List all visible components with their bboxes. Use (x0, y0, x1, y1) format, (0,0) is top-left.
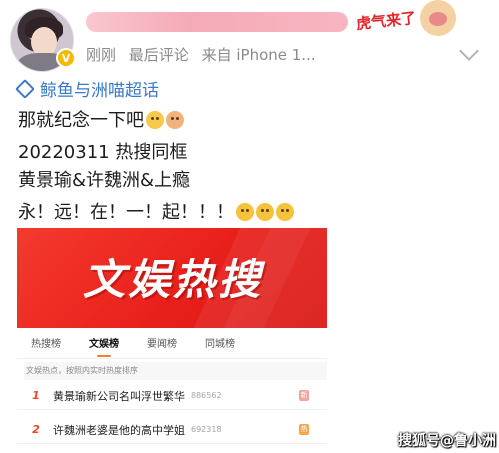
sticker-text: 虎气来了 (355, 8, 417, 34)
crying-emoji-icon (276, 203, 294, 221)
verified-icon: V (56, 48, 76, 68)
hot-search-title[interactable]: 黄景瑜新公司名叫浮世繁华 (53, 388, 185, 404)
hot-tag-icon: 热 (299, 424, 309, 435)
super-topic-link[interactable]: 鲸鱼与洲喵超话 (15, 76, 159, 101)
cat-emoji-icon (166, 111, 184, 129)
tab-local[interactable]: 同城榜 (191, 332, 249, 358)
post-line-text: 那就纪念一下吧 (18, 110, 144, 131)
tab-news[interactable]: 要闻榜 (133, 332, 191, 358)
username-redacted[interactable] (86, 12, 348, 32)
crying-emoji-icon (256, 203, 274, 221)
post-line: 20220311 热搜同框 (18, 138, 187, 164)
new-tag-icon: 新 (299, 390, 309, 401)
post-meta: 刚刚 最后评论 来自 iPhone 1... (86, 44, 324, 65)
hot-search-count: 692318 (191, 425, 222, 434)
chevron-down-icon[interactable] (459, 41, 479, 61)
tiger-sticker: 虎气来了 (355, 2, 418, 36)
diamond-icon (15, 78, 35, 99)
post-line-text: 永！远！在！一！起！！！ (18, 202, 234, 223)
hot-search-banner: 文娱热搜 (17, 228, 327, 328)
tab-entertainment[interactable]: 文娱榜 (75, 332, 133, 358)
post-line-text: 20220311 热搜同框 (18, 142, 188, 163)
rank-number: 1 (32, 389, 40, 402)
divider (17, 358, 327, 359)
post-source: 来自 iPhone 1... (201, 46, 316, 64)
paw-badge-icon (420, 0, 456, 36)
post-line: 永！远！在！一！起！！！ (18, 198, 294, 224)
dog-emoji-icon (146, 111, 164, 129)
post-line: 那就纪念一下吧 (18, 106, 184, 132)
watermark: 搜狐号@鲁小洲 (398, 433, 496, 449)
banner-title: 文娱热搜 (83, 255, 264, 304)
hot-search-title[interactable]: 许魏洲老婆是他的高中学姐 (53, 422, 185, 438)
hot-search-count: 886562 (191, 391, 222, 400)
hot-search-row[interactable]: 2 许魏洲老婆是他的高中学姐 692318 热 (17, 416, 327, 444)
crying-emoji-icon (236, 203, 254, 221)
post-line-text: 黄景瑜&许魏洲&上瘾 (18, 170, 191, 191)
topic-label: 鲸鱼与洲喵超话 (40, 81, 159, 101)
post-line: 黄景瑜&许魏洲&上瘾 (18, 166, 190, 192)
ranking-tabs: 热搜榜 文娱榜 要闻榜 同城榜 (17, 332, 327, 358)
post-time: 刚刚 (86, 46, 117, 64)
rank-number: 2 (32, 423, 40, 436)
hot-search-row[interactable]: 1 黄景瑜新公司名叫浮世繁华 886562 新 (17, 382, 327, 410)
tab-hot-search[interactable]: 热搜榜 (17, 332, 75, 358)
last-comment-label: 最后评论 (128, 46, 189, 64)
ranking-hint: 文娱热点，按照内实时热度排序 (24, 362, 327, 380)
